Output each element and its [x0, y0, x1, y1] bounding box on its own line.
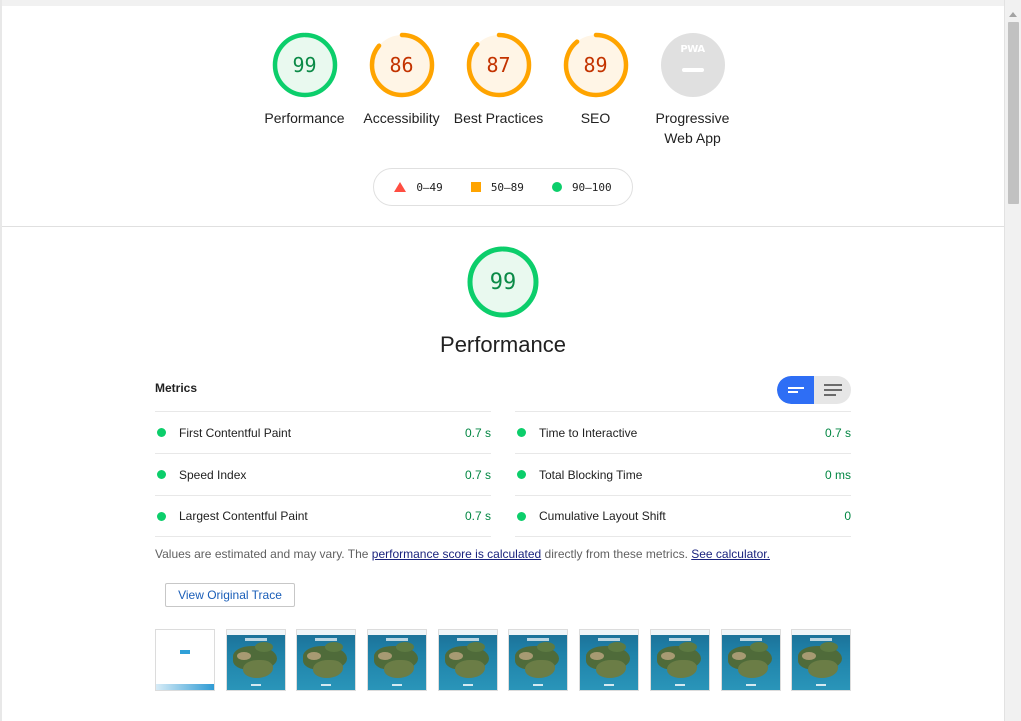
metric-name: Total Blocking Time — [539, 467, 643, 482]
compact-list-icon — [787, 387, 804, 393]
pass-circle-icon — [157, 428, 166, 437]
note-prefix: Values are estimated and may vary. The — [155, 547, 372, 561]
pass-circle-icon — [517, 428, 526, 437]
pwa-badge-icon: PWA — [660, 32, 726, 98]
fail-triangle-icon — [394, 182, 407, 192]
average-square-icon — [470, 182, 481, 192]
filmstrip-frame — [650, 629, 710, 691]
category-title: Performance — [440, 332, 566, 357]
metric-first-contentful-paint: First Contentful Paint 0.7 s — [155, 411, 491, 453]
metric-value: 0.7 s — [464, 509, 491, 523]
performance-score: 99 — [489, 269, 517, 295]
metric-largest-contentful-paint: Largest Contentful Paint 0.7 s — [155, 495, 491, 537]
gauge-label: Best Practices — [453, 110, 544, 126]
metric-value: 0 ms — [824, 467, 851, 482]
gauge-ring: 89 — [563, 32, 629, 98]
pass-circle-icon — [157, 511, 166, 521]
legend-fail-label: 0–49 — [416, 180, 443, 194]
metric-speed-index: Speed Index 0.7 s — [155, 453, 491, 495]
metric-value: 0.7 s — [464, 467, 491, 482]
filmstrip-frame — [721, 629, 781, 691]
legend-average-label: 50–89 — [490, 180, 524, 194]
metric-name: Time to Interactive — [539, 425, 638, 440]
pass-circle-icon — [551, 182, 562, 192]
expanded-list-icon — [823, 384, 842, 396]
metric-value: 0.7 s — [824, 425, 851, 440]
scrollbar-thumb[interactable] — [1008, 22, 1019, 204]
legend-average: 50–89 — [470, 180, 524, 194]
filmstrip-frame — [791, 629, 851, 691]
pass-circle-icon — [517, 511, 526, 521]
filmstrip-frame — [367, 629, 427, 691]
vertical-scrollbar[interactable] — [1004, 0, 1021, 721]
gauge-label: Performance — [264, 110, 345, 126]
filmstrip — [155, 629, 851, 691]
expanded-view-button[interactable] — [814, 376, 851, 404]
metric-name: Speed Index — [179, 467, 247, 482]
filmstrip-frame — [155, 629, 215, 691]
metric-value: 0 — [844, 509, 851, 523]
gauge-score: 89 — [583, 53, 608, 77]
score-calculation-link[interactable]: performance score is calculated — [372, 547, 541, 561]
metric-name: First Contentful Paint — [179, 425, 292, 440]
compact-view-button[interactable] — [777, 376, 814, 404]
see-calculator-link[interactable]: See calculator. — [691, 547, 770, 561]
metric-value: 0.7 s — [464, 425, 491, 440]
metric-total-blocking-time: Total Blocking Time 0 ms — [515, 453, 851, 495]
metrics-view-toggle[interactable] — [777, 376, 851, 404]
filmstrip-frame — [438, 629, 498, 691]
gauge-score: 87 — [486, 53, 511, 77]
legend-fail: 0–49 — [394, 181, 443, 194]
pass-circle-icon — [517, 470, 526, 479]
gauge-label: SEO — [580, 110, 611, 126]
gauge-score: 99 — [292, 53, 317, 77]
gauge-best-practices[interactable]: 87 Best Practices — [450, 32, 547, 152]
pwa-badge-text: PWA — [680, 44, 705, 55]
gauge-ring: 86 — [369, 32, 435, 98]
scroll-up-arrow-icon[interactable] — [1005, 6, 1021, 22]
metric-time-to-interactive: Time to Interactive 0.7 s — [515, 411, 851, 453]
score-legend: 0–49 50–89 90–100 — [373, 168, 633, 206]
metrics-column-right: Time to Interactive 0.7 s Total Blocking… — [515, 411, 851, 537]
gauge-ring: 99 — [272, 32, 338, 98]
pass-circle-icon — [157, 470, 166, 479]
section-divider — [2, 226, 1004, 227]
legend-pass: 90–100 — [551, 180, 612, 194]
gauge-score: 86 — [389, 53, 414, 77]
note-middle: directly from these metrics. — [541, 547, 692, 561]
filmstrip-frame — [296, 629, 356, 691]
gauge-label: Accessibility — [363, 110, 440, 126]
gauge-seo[interactable]: 89 SEO — [547, 32, 644, 152]
metric-name: Cumulative Layout Shift — [539, 509, 666, 523]
window-left-edge — [0, 0, 2, 721]
gauge-pwa[interactable]: PWA Progressive Web App — [644, 32, 741, 152]
category-gauges: 99 Performance 86 Accessibility 87 Best … — [256, 32, 752, 152]
filmstrip-frame — [508, 629, 568, 691]
window-top-edge — [0, 0, 1021, 6]
legend-pass-label: 90–100 — [571, 180, 612, 194]
metric-name: Largest Contentful Paint — [179, 509, 308, 523]
metrics-column-left: First Contentful Paint 0.7 s Speed Index… — [155, 411, 491, 537]
gauge-ring: 87 — [466, 32, 532, 98]
metrics-heading: Metrics — [155, 381, 198, 395]
metrics-note: Values are estimated and may vary. The p… — [155, 547, 770, 561]
gauge-label: Progressive Web App — [655, 110, 730, 146]
gauge-accessibility[interactable]: 86 Accessibility — [353, 32, 450, 152]
gauge-performance[interactable]: 99 Performance — [256, 32, 353, 152]
filmstrip-frame — [579, 629, 639, 691]
filmstrip-frame — [226, 629, 286, 691]
view-original-trace-button[interactable]: View Original Trace — [165, 583, 295, 607]
metric-cumulative-layout-shift: Cumulative Layout Shift 0 — [515, 495, 851, 537]
performance-gauge: 99 — [467, 246, 539, 318]
